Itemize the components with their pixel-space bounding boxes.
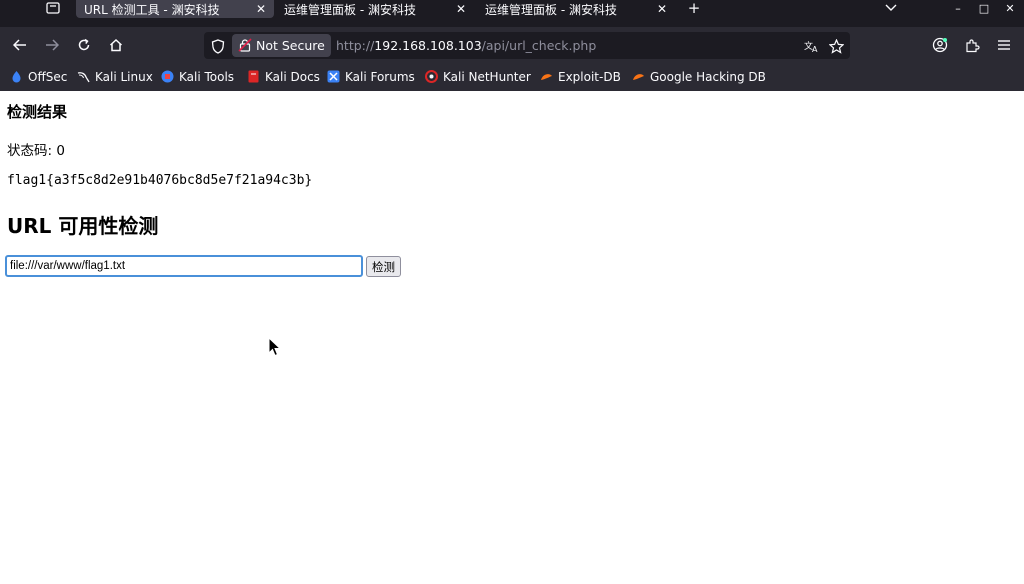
bookmark-offsec[interactable]: OffSec (10, 64, 67, 89)
bookmark-kali-nethunter[interactable]: Kali NetHunter (425, 64, 531, 89)
bookmarks-toolbar: OffSec Kali Linux Kali Tools Kali Docs K… (0, 64, 1024, 91)
minimize-button[interactable]: – (950, 0, 966, 16)
bookmark-label: OffSec (28, 69, 68, 84)
exploit-db-icon (540, 70, 553, 83)
tab-strip: URL 检测工具 - 渊安科技 ✕ 运维管理面板 - 渊安科技 ✕ 运维管理面板… (0, 0, 1024, 27)
bookmark-kali-forums[interactable]: Kali Forums (327, 64, 415, 89)
bookmark-star-icon[interactable] (826, 36, 846, 56)
tab-title: 运维管理面板 - 渊安科技 (485, 2, 617, 17)
tab-ops-panel-2[interactable]: 运维管理面板 - 渊安科技 ✕ (477, 0, 675, 18)
tab-overview-icon[interactable] (40, 0, 66, 16)
bookmark-label: Kali NetHunter (443, 69, 531, 84)
flag-output: flag1{a3f5c8d2e91b4076bc8d5e7f21a94c3b} (7, 173, 313, 188)
tab-title: 运维管理面板 - 渊安科技 (284, 2, 416, 17)
insecure-lock-icon (238, 38, 252, 52)
navigation-toolbar: Not Secure http://192.168.108.103/api/ur… (0, 27, 1024, 64)
bookmark-label: Kali Docs (265, 69, 320, 84)
tab-close-icon[interactable]: ✕ (657, 0, 667, 18)
tab-ops-panel-1[interactable]: 运维管理面板 - 渊安科技 ✕ (276, 0, 474, 18)
status-code-text: 状态码: 0 (7, 143, 65, 159)
tab-title: URL 检测工具 - 渊安科技 (84, 2, 220, 17)
bookmark-label: Kali Forums (345, 69, 415, 84)
reload-icon[interactable] (71, 33, 97, 57)
hamburger-menu-icon[interactable] (991, 33, 1017, 57)
kali-dragon-icon (77, 70, 90, 83)
tab-close-icon[interactable]: ✕ (256, 0, 266, 18)
result-heading: 检测结果 (7, 103, 68, 121)
bookmark-kali-docs[interactable]: Kali Docs (247, 64, 320, 89)
kali-docs-icon (247, 70, 260, 83)
page-title: URL 可用性检测 (7, 214, 159, 238)
url-input[interactable] (5, 255, 363, 277)
nethunter-icon (425, 70, 438, 83)
bookmark-kali-tools[interactable]: Kali Tools (161, 64, 234, 89)
bookmark-label: Google Hacking DB (650, 69, 766, 84)
bookmark-label: Exploit-DB (558, 69, 621, 84)
bookmark-kali-linux[interactable]: Kali Linux (77, 64, 153, 89)
address-bar[interactable]: Not Secure http://192.168.108.103/api/ur… (204, 32, 850, 59)
offsec-icon (10, 70, 23, 83)
account-icon[interactable] (927, 33, 953, 57)
close-window-button[interactable]: ✕ (1002, 0, 1018, 16)
bookmark-exploit-db[interactable]: Exploit-DB (540, 64, 621, 89)
shield-icon[interactable] (208, 36, 228, 56)
tab-url-check[interactable]: URL 检测工具 - 渊安科技 ✕ (76, 0, 274, 18)
not-secure-label: Not Secure (256, 38, 325, 53)
chevron-down-icon[interactable] (883, 0, 899, 16)
home-icon[interactable] (103, 33, 129, 57)
back-arrow-icon[interactable] (7, 33, 33, 57)
bookmark-label: Kali Linux (95, 69, 153, 84)
tab-close-icon[interactable]: ✕ (456, 0, 466, 18)
bookmark-label: Kali Tools (179, 69, 235, 84)
maximize-button[interactable]: □ (976, 0, 992, 16)
page-content: 检测结果 状态码: 0 flag1{a3f5c8d2e91b4076bc8d5e… (0, 91, 1024, 584)
extensions-puzzle-icon[interactable] (959, 33, 985, 57)
svg-text:A: A (812, 45, 818, 53)
kali-tools-icon (161, 70, 174, 83)
check-button[interactable]: 检测 (366, 256, 401, 277)
security-indicator[interactable]: Not Secure (232, 34, 331, 57)
url-path: /api/url_check.php (481, 38, 597, 53)
forward-arrow-icon[interactable] (39, 33, 65, 57)
mouse-cursor-icon (268, 337, 282, 357)
url-host: 192.168.108.103 (374, 38, 482, 53)
translate-icon[interactable]: 文A (802, 36, 822, 56)
ghdb-icon (632, 70, 645, 83)
url-text[interactable]: http://192.168.108.103/api/url_check.php (336, 32, 596, 59)
kali-forums-icon (327, 70, 340, 83)
new-tab-button[interactable]: + (685, 0, 703, 17)
bookmark-google-hacking-db[interactable]: Google Hacking DB (632, 64, 766, 89)
url-scheme: http:// (336, 38, 375, 53)
